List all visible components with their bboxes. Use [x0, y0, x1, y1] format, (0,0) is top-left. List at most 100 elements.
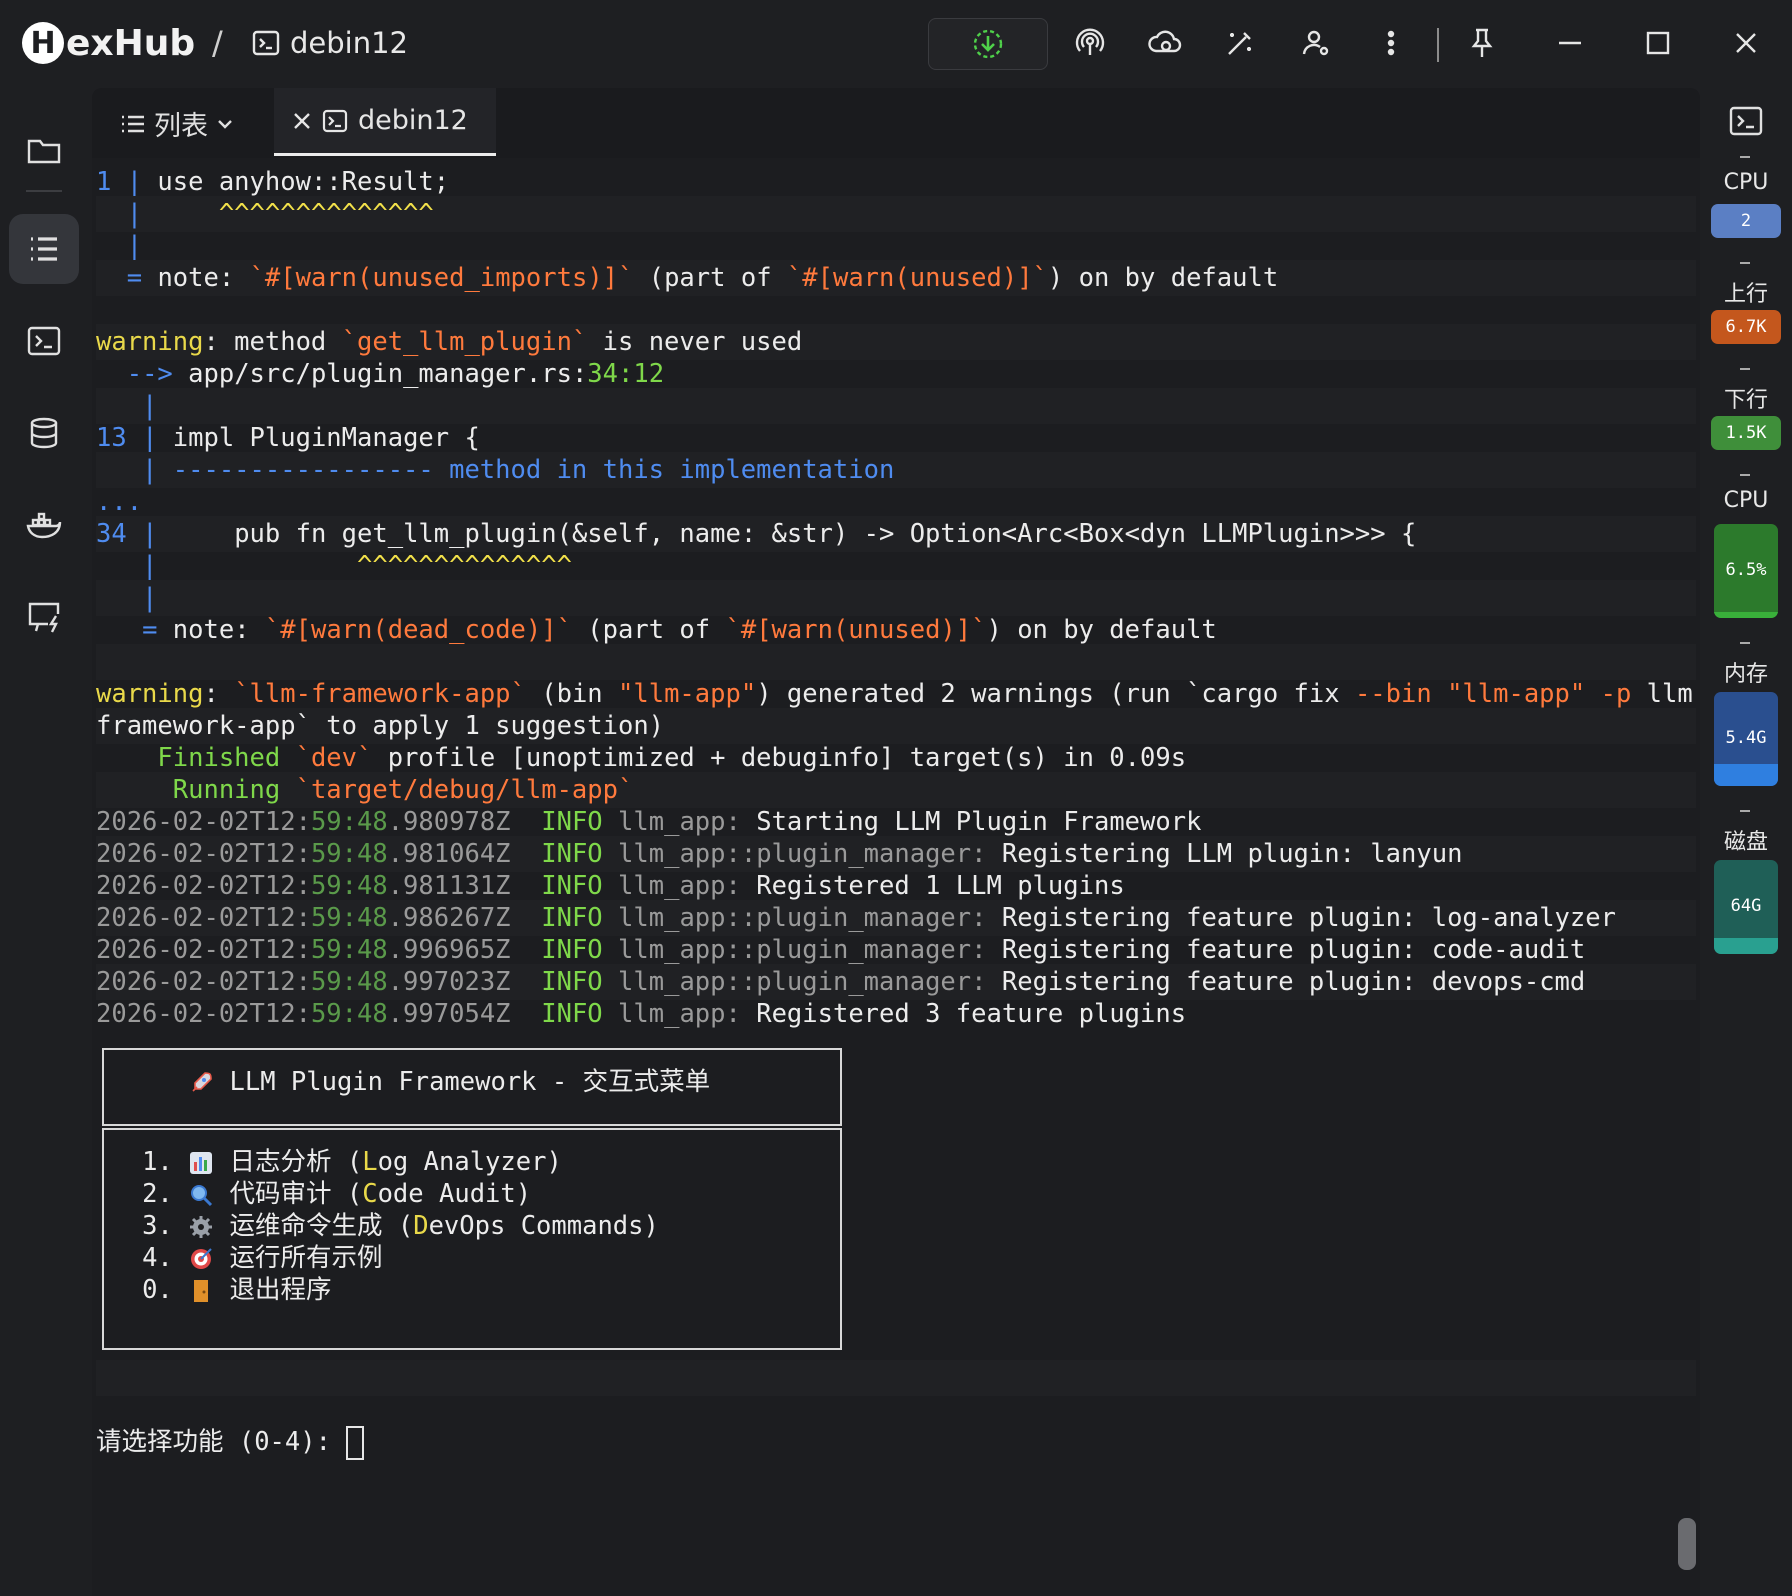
menu-item[interactable]: 3. 运维命令生成 (DevOps Commands)	[96, 1208, 1696, 1244]
target-icon	[191, 1248, 212, 1269]
log-level: INFO	[541, 935, 603, 965]
note-prefix: =	[142, 615, 173, 645]
breadcrumb[interactable]: debin12	[252, 26, 408, 60]
code-text: pub fn get_llm_plugin(&self, name: &str)…	[172, 519, 1417, 549]
menu-item-number: 2.	[142, 1179, 173, 1209]
source-position: 34:12	[587, 359, 665, 389]
hexhub-logo[interactable]: H exHub	[22, 20, 195, 66]
sidebar-docker-button[interactable]	[9, 490, 79, 560]
left-sidebar	[0, 86, 88, 1596]
annotation-label: ----------------- method in this impleme…	[172, 455, 895, 485]
log-module: llm_app::plugin_manager:	[618, 935, 987, 965]
menu-item[interactable]: 1. 日志分析 (Log Analyzer)	[96, 1144, 1696, 1180]
maximize-button[interactable]	[1630, 18, 1686, 68]
terminal-line: 1 | use anyhow::Result;	[96, 167, 450, 197]
finished-word: Finished	[157, 743, 281, 773]
bin-name: "llm-app"	[618, 679, 757, 709]
sidebar-monitor-button[interactable]	[9, 582, 79, 652]
log-level: INFO	[541, 903, 603, 933]
menu-item-english: ode Audit)	[377, 1179, 532, 1209]
list-icon	[122, 115, 144, 132]
more-vertical-icon	[1387, 30, 1395, 56]
code-text: impl PluginManager {	[172, 423, 480, 453]
cli-flag-value: "llm-app"	[1447, 679, 1586, 709]
logo-text: exHub	[66, 22, 196, 64]
sidebar-files-button[interactable]	[9, 116, 79, 186]
cli-flag: --bin	[1354, 679, 1448, 709]
terminal-cursor[interactable]	[346, 1426, 365, 1460]
note-post: ) on by default	[986, 615, 1217, 645]
line-number: 34	[96, 519, 127, 549]
log-time: 59:48	[310, 807, 388, 837]
more-menu-button[interactable]	[1363, 18, 1419, 68]
cloud-sync-button[interactable]	[1137, 18, 1193, 68]
warning-text: ) generated 2 warnings (run `cargo fix	[756, 679, 1355, 709]
log-fraction: .981064Z	[387, 839, 511, 869]
note-mid: (part of	[633, 263, 787, 293]
prompt-line[interactable]: 请选择功能 (0-4):	[96, 1424, 1696, 1460]
magic-wand-icon	[1228, 32, 1251, 55]
close-tab-icon[interactable]	[292, 111, 312, 131]
tab-debin12[interactable]: debin12	[274, 88, 496, 156]
terminal-line: 34 | pub fn get_llm_plugin(&self, name: …	[96, 516, 1696, 552]
log-fraction: .981131Z	[387, 871, 511, 901]
minimize-button[interactable]	[1542, 18, 1598, 68]
menu-item-label: 运行所有示例	[229, 1243, 383, 1273]
sidebar-database-button[interactable]	[9, 398, 79, 468]
warning-word: warning	[96, 679, 204, 709]
terminal-icon	[252, 30, 280, 56]
log-date: 2026-02-02T12:	[96, 807, 311, 837]
warning-word: warning	[96, 327, 204, 357]
note-attr2: `#[warn(unused)]`	[725, 615, 987, 645]
terminal-line: | ^^^^^^^^^^^^^^	[96, 551, 572, 581]
broadcast-icon	[1075, 28, 1105, 55]
user-settings-button[interactable]	[1288, 18, 1344, 68]
menu-item[interactable]: 4. 运行所有示例	[96, 1240, 1696, 1276]
cli-flag: -p	[1585, 679, 1647, 709]
log-module: llm_app::plugin_manager:	[618, 967, 987, 997]
pin-window-button[interactable]	[1454, 18, 1510, 68]
caret-marker: ^^^^^^^^^^^^^^	[218, 199, 434, 229]
sidebar-list-button[interactable]	[9, 214, 79, 284]
download-label: 下行	[1723, 388, 1768, 413]
profile-name: `dev`	[280, 743, 373, 773]
terminal-output[interactable]: 1 | use anyhow::Result; | ^^^^^^^^^^^^^^…	[96, 164, 1696, 1596]
download-status-button[interactable]	[928, 18, 1048, 70]
toolbar-divider	[1437, 28, 1439, 62]
log-module: llm_app::plugin_manager:	[618, 839, 987, 869]
close-window-button[interactable]	[1718, 18, 1774, 68]
minimize-icon	[1559, 41, 1581, 45]
list-icon	[31, 237, 57, 261]
terminal-scrollbar[interactable]	[1678, 1518, 1696, 1570]
magic-button[interactable]	[1212, 18, 1268, 68]
monitor-dash	[1740, 474, 1750, 476]
terminal-line: |	[96, 580, 1696, 616]
close-icon	[1736, 33, 1756, 53]
tab-list-dropdown[interactable]: 列表	[120, 104, 234, 143]
magnifier-icon	[191, 1185, 213, 1207]
maximize-icon	[1646, 31, 1670, 55]
monitor-terminal-button[interactable]	[1711, 86, 1781, 156]
menu-item[interactable]: 0. 退出程序	[96, 1272, 1696, 1308]
broadcast-button[interactable]	[1062, 18, 1118, 68]
running-target: `target/debug/llm-app`	[280, 775, 634, 805]
note-attr: `#[warn(unused_imports)]`	[249, 263, 634, 293]
sidebar-terminal-button[interactable]	[9, 306, 79, 376]
menu-item[interactable]: 2. 代码审计 (Code Audit)	[96, 1176, 1696, 1212]
chevron-down-icon	[218, 119, 232, 129]
terminal-icon	[322, 109, 348, 132]
code-text: use anyhow::Result;	[157, 167, 450, 197]
terminal-line: = note: `#[warn(dead_code)]` (part of `#…	[96, 612, 1696, 648]
menu-item-english: evOps Commands)	[428, 1211, 659, 1241]
